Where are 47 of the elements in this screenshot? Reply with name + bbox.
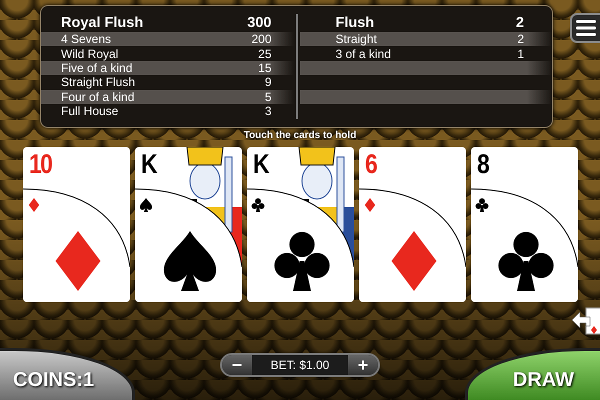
card-rank: K: [141, 149, 156, 180]
bet-amount: BET: $1.00: [270, 358, 330, 372]
club-icon: [274, 232, 330, 291]
hand-name: Flush: [336, 15, 374, 31]
payout-value: 25: [258, 46, 272, 61]
hand-name: 3 of a kind: [336, 46, 391, 61]
hand-name: Straight Flush: [61, 75, 136, 90]
payout-value: 200: [251, 32, 272, 46]
payout-value: 2: [516, 15, 524, 31]
club-icon: [498, 232, 554, 291]
diamond-icon: [28, 198, 40, 212]
payout-value: 9: [264, 75, 272, 90]
diamond-icon: [392, 231, 436, 291]
hand-name: Five of a kind: [61, 60, 132, 75]
diamond-icon: [364, 198, 376, 212]
spade-icon: [140, 198, 152, 212]
card-rank: 6: [365, 149, 376, 180]
bet-increase-button[interactable]: +: [348, 355, 378, 375]
payout-value: 2: [517, 32, 524, 46]
card-arrow-icon[interactable]: [570, 306, 600, 336]
payout-value: 5: [264, 90, 272, 104]
menu-icon: [576, 20, 596, 36]
payout-value: 3: [264, 104, 272, 118]
playing-card[interactable]: K: [135, 147, 242, 302]
club-icon: [252, 198, 264, 212]
club-icon: [476, 198, 488, 212]
payout-value: 15: [258, 60, 272, 75]
spade-icon: [164, 231, 216, 291]
hand-name: Full House: [61, 104, 118, 118]
hold-hint: Touch the cards to hold: [242, 130, 358, 143]
hand-name: 4 Sevens: [61, 32, 112, 46]
playing-card[interactable]: 6: [359, 147, 466, 302]
card-rank: 10: [29, 149, 52, 180]
bet-decrease-button[interactable]: −: [222, 355, 252, 375]
card-rank: 8: [477, 149, 488, 180]
playing-card[interactable]: 8: [471, 147, 578, 302]
menu-button[interactable]: [570, 13, 600, 43]
hand-name: Wild Royal: [61, 46, 118, 61]
hand-name: Four of a kind: [61, 90, 134, 104]
payout-value: 1: [517, 46, 524, 61]
playing-card[interactable]: K: [247, 147, 354, 302]
payout-value: 300: [247, 15, 272, 31]
hand-name: Straight: [336, 32, 377, 46]
hand-name: Royal Flush: [61, 15, 144, 31]
card-rank: K: [253, 149, 268, 180]
diamond-icon: [56, 231, 100, 291]
playing-card[interactable]: 10: [23, 147, 130, 302]
